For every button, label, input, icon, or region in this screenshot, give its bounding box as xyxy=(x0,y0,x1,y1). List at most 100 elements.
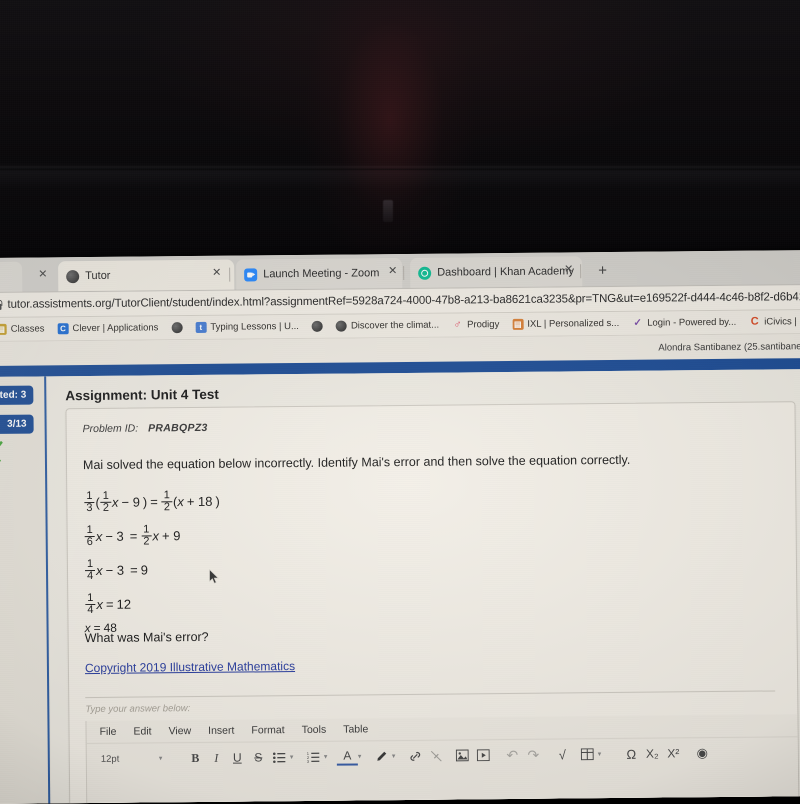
tab-close-icon-1[interactable]: ✕ xyxy=(212,268,221,279)
undo-icon[interactable]: ↶ xyxy=(502,744,523,766)
problem-question: What was Mai's error? xyxy=(85,630,209,645)
underline-icon[interactable]: U xyxy=(227,747,248,769)
sidebar: ted: 3 3/13 xyxy=(0,376,51,804)
paren-close: ) xyxy=(143,494,147,509)
browser-window: ✕ Tutor ✕ Launch Meeting - Zoom ✕ Dashbo… xyxy=(0,250,800,804)
chevron-down-icon[interactable]: ▾ xyxy=(358,752,371,760)
tab-close-icon-0[interactable]: ✕ xyxy=(38,269,47,280)
media-icon[interactable] xyxy=(473,744,494,766)
bookmark-icivics[interactable]: C iCivics | Free L xyxy=(749,316,800,328)
fraction-one-half: 1 2 xyxy=(101,491,111,514)
bookmark-globe-2[interactable] xyxy=(312,321,323,332)
tab-zoom[interactable]: Launch Meeting - Zoom xyxy=(236,258,402,290)
chevron-down-icon[interactable]: ▾ xyxy=(159,754,172,762)
menu-file[interactable]: File xyxy=(99,726,116,738)
italic-icon[interactable]: I xyxy=(206,747,227,769)
globe-icon xyxy=(312,321,323,332)
paren-close: ) xyxy=(215,494,219,509)
fraction-one-fourth: 1 4 xyxy=(85,593,95,616)
bookmark-clever[interactable]: C Clever | Applications xyxy=(57,322,158,334)
menu-table[interactable]: Table xyxy=(343,723,368,735)
equals-sign: = xyxy=(106,597,114,612)
bookmark-globe-1[interactable] xyxy=(171,322,182,333)
lock-icon xyxy=(0,300,1,310)
tab-clipped-left[interactable] xyxy=(0,262,22,292)
bookmark-discover-climate[interactable]: Discover the climat... xyxy=(336,320,439,332)
check-icon xyxy=(0,441,3,458)
bookmark-label: Prodigy xyxy=(467,319,499,330)
equation-line-2: 1 6 x − 3 = 1 2 x + 9 xyxy=(84,524,184,548)
menu-format[interactable]: Format xyxy=(251,724,284,736)
fraction-one-fourth: 1 4 xyxy=(85,559,95,582)
menu-view[interactable]: View xyxy=(169,725,192,737)
menu-tools[interactable]: Tools xyxy=(302,724,327,736)
new-tab-button[interactable]: + xyxy=(598,263,607,278)
bookmark-login[interactable]: ✓ Login - Powered by... xyxy=(632,317,736,329)
fraction-one-third: 1 3 xyxy=(84,491,94,514)
unlink-icon[interactable] xyxy=(426,745,447,767)
icivics-icon: C xyxy=(749,317,760,328)
term-plus-nine: + 9 xyxy=(162,528,181,543)
app-body: ted: 3 3/13 Assignment: Unit 4 Test Prob… xyxy=(0,369,800,804)
numbered-list-icon[interactable]: 123 xyxy=(303,746,324,768)
term-plus-eighteen: + 18 xyxy=(187,494,213,509)
term-minus-nine: − 9 xyxy=(121,495,140,510)
table-icon[interactable] xyxy=(577,743,598,765)
bookmark-label: Login - Powered by... xyxy=(647,317,736,329)
redo-icon[interactable]: ↷ xyxy=(523,744,544,766)
khan-icon xyxy=(418,266,431,279)
variable-x: x xyxy=(177,494,184,509)
check-icon xyxy=(0,459,1,476)
highlight-color-icon[interactable] xyxy=(371,745,392,767)
bullet-list-icon[interactable] xyxy=(269,746,290,768)
ixl-icon: ▤ xyxy=(512,319,523,330)
menu-insert[interactable]: Insert xyxy=(208,725,234,737)
text-color-icon[interactable]: A xyxy=(337,748,358,765)
subscript-icon[interactable]: X₂ xyxy=(642,743,663,765)
font-size-selector[interactable]: 12pt xyxy=(97,747,159,770)
account-name[interactable]: Alondra Santibanez (25.santibanez. xyxy=(658,341,800,353)
globe-icon xyxy=(336,321,347,332)
main-column: Assignment: Unit 4 Test Problem ID:PRABQ… xyxy=(49,369,800,804)
globe-icon xyxy=(171,322,182,333)
variable-x: x xyxy=(152,528,159,543)
chevron-down-icon[interactable]: ▾ xyxy=(290,753,303,761)
tab-label-zoom: Launch Meeting - Zoom xyxy=(263,267,379,280)
copyright-link[interactable]: Copyright 2019 Illustrative Mathematics xyxy=(85,659,295,675)
chevron-down-icon[interactable]: ▾ xyxy=(324,753,337,761)
strikethrough-icon[interactable]: S xyxy=(248,746,269,768)
tab-close-icon-2[interactable]: ✕ xyxy=(388,266,397,277)
omega-icon[interactable]: Ω xyxy=(621,743,642,765)
tab-tutor[interactable]: Tutor xyxy=(58,260,234,292)
svg-text:3: 3 xyxy=(307,758,310,762)
bookmark-label: IXL | Personalized s... xyxy=(527,318,619,330)
rich-text-editor: File Edit View Insert Format Tools Table… xyxy=(85,714,799,804)
sidebar-badge-progress: 3/13 xyxy=(0,415,34,435)
problem-prompt: Mai solved the equation below incorrectl… xyxy=(83,450,773,473)
bookmark-typing-lessons[interactable]: t Typing Lessons | U... xyxy=(195,321,299,333)
chevron-down-icon[interactable]: ▾ xyxy=(598,750,611,758)
chevron-down-icon[interactable]: ▾ xyxy=(392,752,405,760)
image-icon[interactable] xyxy=(452,744,473,766)
web-page: Alondra Santibanez (25.santibanez. ted: … xyxy=(0,334,800,804)
preview-icon[interactable]: ◉ xyxy=(692,742,713,764)
zoom-icon xyxy=(244,268,257,281)
variable-x: x xyxy=(96,597,103,612)
equation-line-4: 1 4 x = 12 xyxy=(84,593,131,616)
bookmark-prodigy[interactable]: ♂ Prodigy xyxy=(452,319,499,330)
bookmark-ixl[interactable]: ▤ IXL | Personalized s... xyxy=(512,318,619,330)
photo-background-bezel xyxy=(0,0,800,262)
term-minus-three: − 3 xyxy=(106,563,125,578)
bold-icon[interactable]: B xyxy=(185,747,206,769)
superscript-icon[interactable]: X² xyxy=(663,742,684,764)
square-root-icon[interactable]: √ xyxy=(552,743,573,765)
link-icon[interactable] xyxy=(405,745,426,767)
problem-card: Problem ID:PRABQPZ3 Mai solved the equat… xyxy=(65,401,799,804)
bookmark-label: Clever | Applications xyxy=(72,322,158,334)
bookmark-classes[interactable]: ▤ Classes xyxy=(0,323,45,334)
tab-khan-academy[interactable]: Dashboard | Khan Academy xyxy=(410,256,582,288)
answer-placeholder-label: Type your answer below: xyxy=(85,703,190,715)
tab-close-icon-3[interactable]: ✕ xyxy=(564,264,573,275)
bookmark-label: Typing Lessons | U... xyxy=(210,321,299,333)
menu-edit[interactable]: Edit xyxy=(133,725,151,737)
